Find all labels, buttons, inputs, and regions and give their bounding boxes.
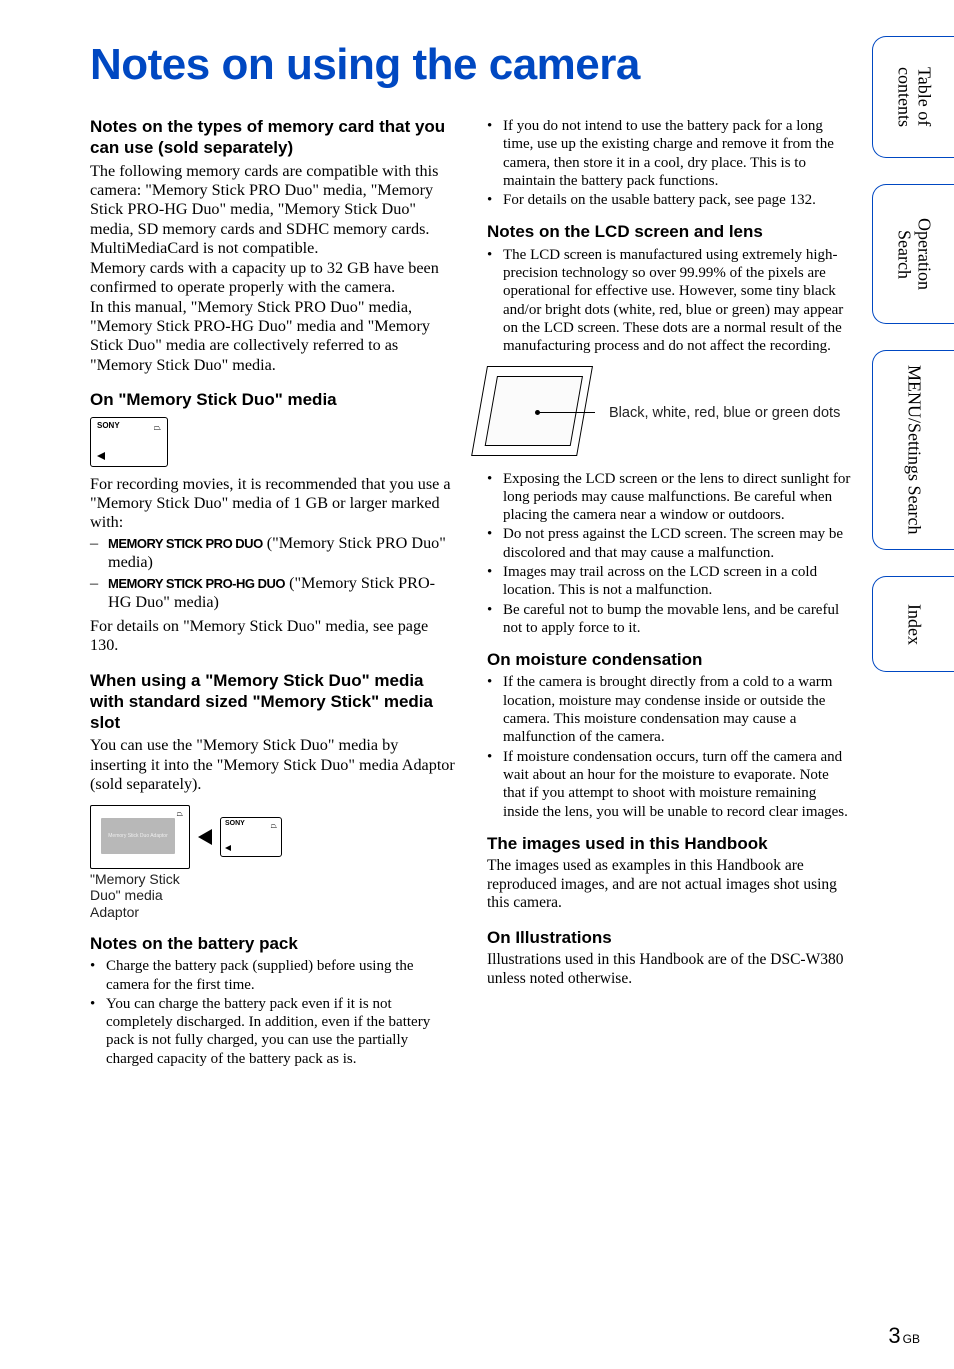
tab-operation-search[interactable]: Operation Search [872, 184, 954, 324]
page-number-value: 3 [888, 1323, 900, 1349]
bullet-marker: • [487, 601, 497, 638]
subhead-adaptor: When using a "Memory Stick Duo" media wi… [90, 670, 457, 734]
list-text: If you do not intend to use the battery … [503, 117, 854, 190]
dash-marker: – [90, 574, 102, 613]
adaptor-illustration: Memory Stick Duo Adaptor ⏢ SONY ⏢ [90, 805, 457, 869]
page-title: Notes on using the camera [90, 40, 854, 90]
sony-brand-label: SONY [225, 820, 245, 828]
list-text: If moisture condensation occurs, turn of… [503, 748, 854, 821]
right-column: •If you do not intend to use the battery… [487, 116, 854, 1068]
list-text: Be careful not to bump the movable lens,… [503, 601, 854, 638]
card-arrow-icon [225, 845, 231, 851]
side-tabs: Table of contents Operation Search MENU/… [856, 36, 954, 672]
list-text: MEMORY STICK PRO DUO ("Memory Stick PRO … [108, 534, 457, 573]
tab-menu-settings-search[interactable]: MENU/Settings Search [872, 350, 954, 550]
lcd-dots-diagram: Black, white, red, blue or green dots [487, 366, 854, 462]
body-text: Illustrations used in this Handbook are … [487, 951, 854, 988]
list-text: You can charge the battery pack even if … [106, 995, 457, 1068]
body-text: For recording movies, it is recommended … [90, 475, 457, 533]
adaptor-caption: "Memory Stick Duo" media Adaptor [90, 871, 200, 921]
page-number-suffix: GB [903, 1332, 920, 1346]
body-text: In this manual, "Memory Stick PRO Duo" m… [90, 298, 457, 376]
list-text: Exposing the LCD screen or the lens to d… [503, 470, 854, 525]
leader-line [539, 412, 595, 413]
subhead-battery-pack: Notes on the battery pack [90, 933, 457, 954]
bullet-list: •Charge the battery pack (supplied) befo… [90, 957, 457, 1068]
tab-label: Table of contents [894, 47, 934, 147]
bullet-marker: • [487, 563, 497, 600]
list-text: The LCD screen is manufactured using ext… [503, 246, 854, 356]
list-item: •If the camera is brought directly from … [487, 673, 854, 746]
memory-stick-card-illustration: SONY ⏢ [90, 417, 168, 467]
list-item: •Images may trail across on the LCD scre… [487, 563, 854, 600]
bullet-list: •If the camera is brought directly from … [487, 673, 854, 820]
memory-stick-pro-hg-duo-logo: MEMORY STICK PRO-HG DUO [108, 576, 285, 591]
subhead-lcd-lens: Notes on the LCD screen and lens [487, 221, 854, 242]
list-item: •If moisture condensation occurs, turn o… [487, 748, 854, 821]
body-text: Memory cards with a capacity up to 32 GB… [90, 259, 457, 298]
bullet-list: •Exposing the LCD screen or the lens to … [487, 470, 854, 638]
list-text: Images may trail across on the LCD scree… [503, 563, 854, 600]
memory-stick-pro-duo-logo: MEMORY STICK PRO DUO [108, 536, 263, 551]
bullet-marker: • [90, 995, 100, 1068]
subhead-handbook-images: The images used in this Handbook [487, 833, 854, 854]
sony-brand-label: SONY [97, 421, 120, 431]
subhead-moisture: On moisture condensation [487, 649, 854, 670]
page-number: 3GB [888, 1323, 920, 1349]
bullet-marker: • [487, 117, 497, 190]
bullet-list: •The LCD screen is manufactured using ex… [487, 246, 854, 356]
dash-marker: – [90, 534, 102, 573]
subhead-illustrations: On Illustrations [487, 927, 854, 948]
subhead-memory-stick-duo: On "Memory Stick Duo" media [90, 389, 457, 410]
card-notch-icon: ⏢ [154, 422, 161, 433]
bullet-marker: • [487, 191, 497, 209]
bullet-marker: • [487, 673, 497, 746]
subhead-memory-card-types: Notes on the types of memory card that y… [90, 116, 457, 159]
bullet-marker: • [487, 525, 497, 562]
list-item: •Do not press against the LCD screen. Th… [487, 525, 854, 562]
card-notch-icon: ⏢ [177, 809, 183, 819]
lcd-caption: Black, white, red, blue or green dots [609, 404, 840, 422]
list-text: MEMORY STICK PRO-HG DUO ("Memory Stick P… [108, 574, 457, 613]
body-text: For details on "Memory Stick Duo" media,… [90, 617, 457, 656]
list-item: •Exposing the LCD screen or the lens to … [487, 470, 854, 525]
card-notch-icon: ⏢ [271, 821, 277, 831]
adaptor-body: Memory Stick Duo Adaptor ⏢ [90, 805, 190, 869]
body-text: You can use the "Memory Stick Duo" media… [90, 736, 457, 794]
dash-list: – MEMORY STICK PRO DUO ("Memory Stick PR… [90, 534, 457, 613]
two-column-layout: Notes on the types of memory card that y… [90, 116, 854, 1068]
bullet-list: •If you do not intend to use the battery… [487, 117, 854, 209]
bullet-marker: • [90, 957, 100, 994]
tab-label: Operation Search [894, 195, 934, 313]
left-column: Notes on the types of memory card that y… [90, 116, 457, 1068]
list-item: •You can charge the battery pack even if… [90, 995, 457, 1068]
list-item: • For details on the usable battery pack,… [487, 191, 854, 209]
adaptor-slot: Memory Stick Duo Adaptor [101, 818, 175, 854]
list-text: For details on the usable battery pack, … [503, 191, 854, 209]
tab-label: Index [904, 604, 924, 645]
page-content: Notes on using the camera Notes on the t… [0, 0, 854, 1369]
memory-stick-small-illustration: SONY ⏢ [220, 817, 282, 857]
tab-table-of-contents[interactable]: Table of contents [872, 36, 954, 158]
list-text: Do not press against the LCD screen. The… [503, 525, 854, 562]
bullet-marker: • [487, 470, 497, 525]
tab-label: MENU/Settings Search [904, 365, 924, 534]
list-item: •The LCD screen is manufactured using ex… [487, 246, 854, 356]
body-text: The following memory cards are compatibl… [90, 162, 457, 259]
list-item: – MEMORY STICK PRO DUO ("Memory Stick PR… [90, 534, 457, 573]
list-item: – MEMORY STICK PRO-HG DUO ("Memory Stick… [90, 574, 457, 613]
list-text: If the camera is brought directly from a… [503, 673, 854, 746]
list-item: •Charge the battery pack (supplied) befo… [90, 957, 457, 994]
tab-index[interactable]: Index [872, 576, 954, 672]
lcd-panel-illustration [487, 366, 599, 462]
list-text: Charge the battery pack (supplied) befor… [106, 957, 457, 994]
list-item: •If you do not intend to use the battery… [487, 117, 854, 190]
body-text: The images used as examples in this Hand… [487, 857, 854, 913]
card-arrow-icon [97, 452, 105, 460]
insert-arrow-icon [198, 829, 212, 845]
bullet-marker: • [487, 246, 497, 356]
bullet-marker: • [487, 748, 497, 821]
list-item: •Be careful not to bump the movable lens… [487, 601, 854, 638]
